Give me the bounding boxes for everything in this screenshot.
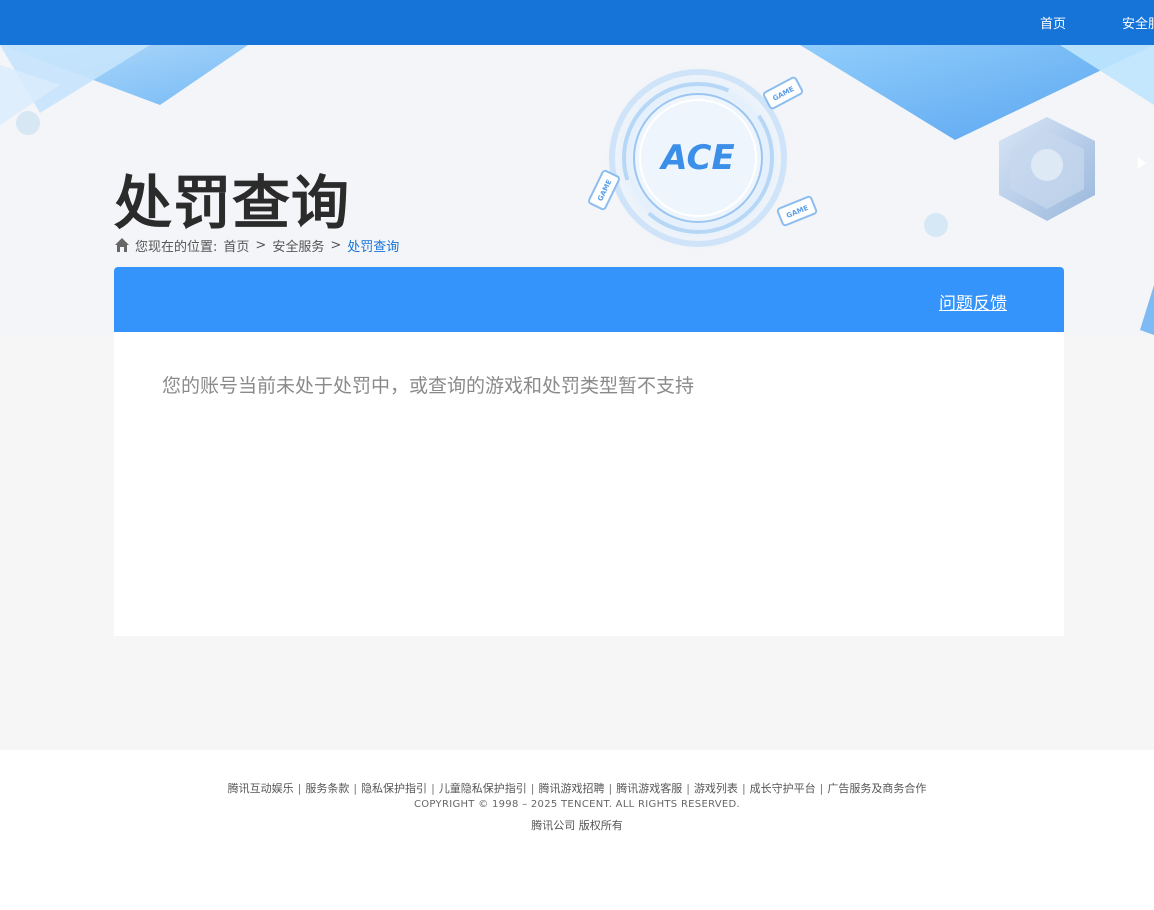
footer-link-child-privacy[interactable]: 儿童隐私保护指引 — [439, 782, 527, 795]
copyright-text: COPYRIGHT © 1998 – 2025 TENCENT. ALL RIG… — [413, 799, 741, 810]
breadcrumb: 您现在的位置: 首页 > 安全服务 > 处罚查询 — [114, 235, 399, 255]
home-icon — [115, 238, 129, 252]
footer-link-growth-guard[interactable]: 成长守护平台 — [750, 782, 816, 795]
page-title: 处罚查询 — [114, 169, 351, 237]
result-message: 您的账号当前未处于处罚中，或查询的游戏和处罚类型暂不支持 — [162, 375, 695, 397]
footer-link-game-list[interactable]: 游戏列表 — [694, 782, 738, 795]
company-text: 腾讯公司 版权所有 — [531, 819, 623, 832]
footer-links: 腾讯互动娱乐 | 服务条款 | 隐私保护指引 | 儿童隐私保护指引 | 腾讯游戏招聘 | 腾讯游戏客… — [227, 782, 927, 795]
top-navigation-bar: 首页 安全服务 — [0, 0, 1154, 45]
ace-logo-text: ACE — [658, 138, 734, 178]
footer-link-careers[interactable]: 腾讯游戏招聘 — [539, 782, 605, 795]
breadcrumb-separator: > — [255, 237, 267, 253]
breadcrumb-item-home[interactable]: 首页 — [223, 236, 249, 255]
footer-link-terms[interactable]: 服务条款 — [305, 782, 349, 795]
panel-header: 问题反馈 — [114, 267, 1064, 332]
nav-item-security-services[interactable]: 安全服务 — [1122, 13, 1154, 32]
nav-item-home[interactable]: 首页 — [1040, 13, 1066, 32]
result-panel: 问题反馈 您的账号当前未处于处罚中，或查询的游戏和处罚类型暂不支持 — [114, 267, 1064, 636]
top-nav: 首页 安全服务 — [1040, 0, 1154, 45]
footer-link-tencent-games[interactable]: 腾讯互动娱乐 — [228, 782, 294, 795]
footer-link-privacy[interactable]: 隐私保护指引 — [361, 782, 427, 795]
footer-link-advertising[interactable]: 广告服务及商务合作 — [827, 782, 926, 795]
game-tag-icon: GAME — [762, 76, 804, 110]
breadcrumb-prefix: 您现在的位置: — [135, 239, 218, 255]
breadcrumb-separator: > — [330, 237, 342, 253]
feedback-link[interactable]: 问题反馈 — [939, 289, 1007, 314]
breadcrumb-item-current: 处罚查询 — [347, 239, 400, 255]
footer-link-customer-service[interactable]: 腾讯游戏客服 — [616, 782, 682, 795]
breadcrumb-item-security-services[interactable]: 安全服务 — [272, 236, 324, 255]
footer: 腾讯互动娱乐 | 服务条款 | 隐私保护指引 | 儿童隐私保护指引 | 腾讯游戏招聘 | 腾讯游戏客… — [0, 750, 1154, 910]
